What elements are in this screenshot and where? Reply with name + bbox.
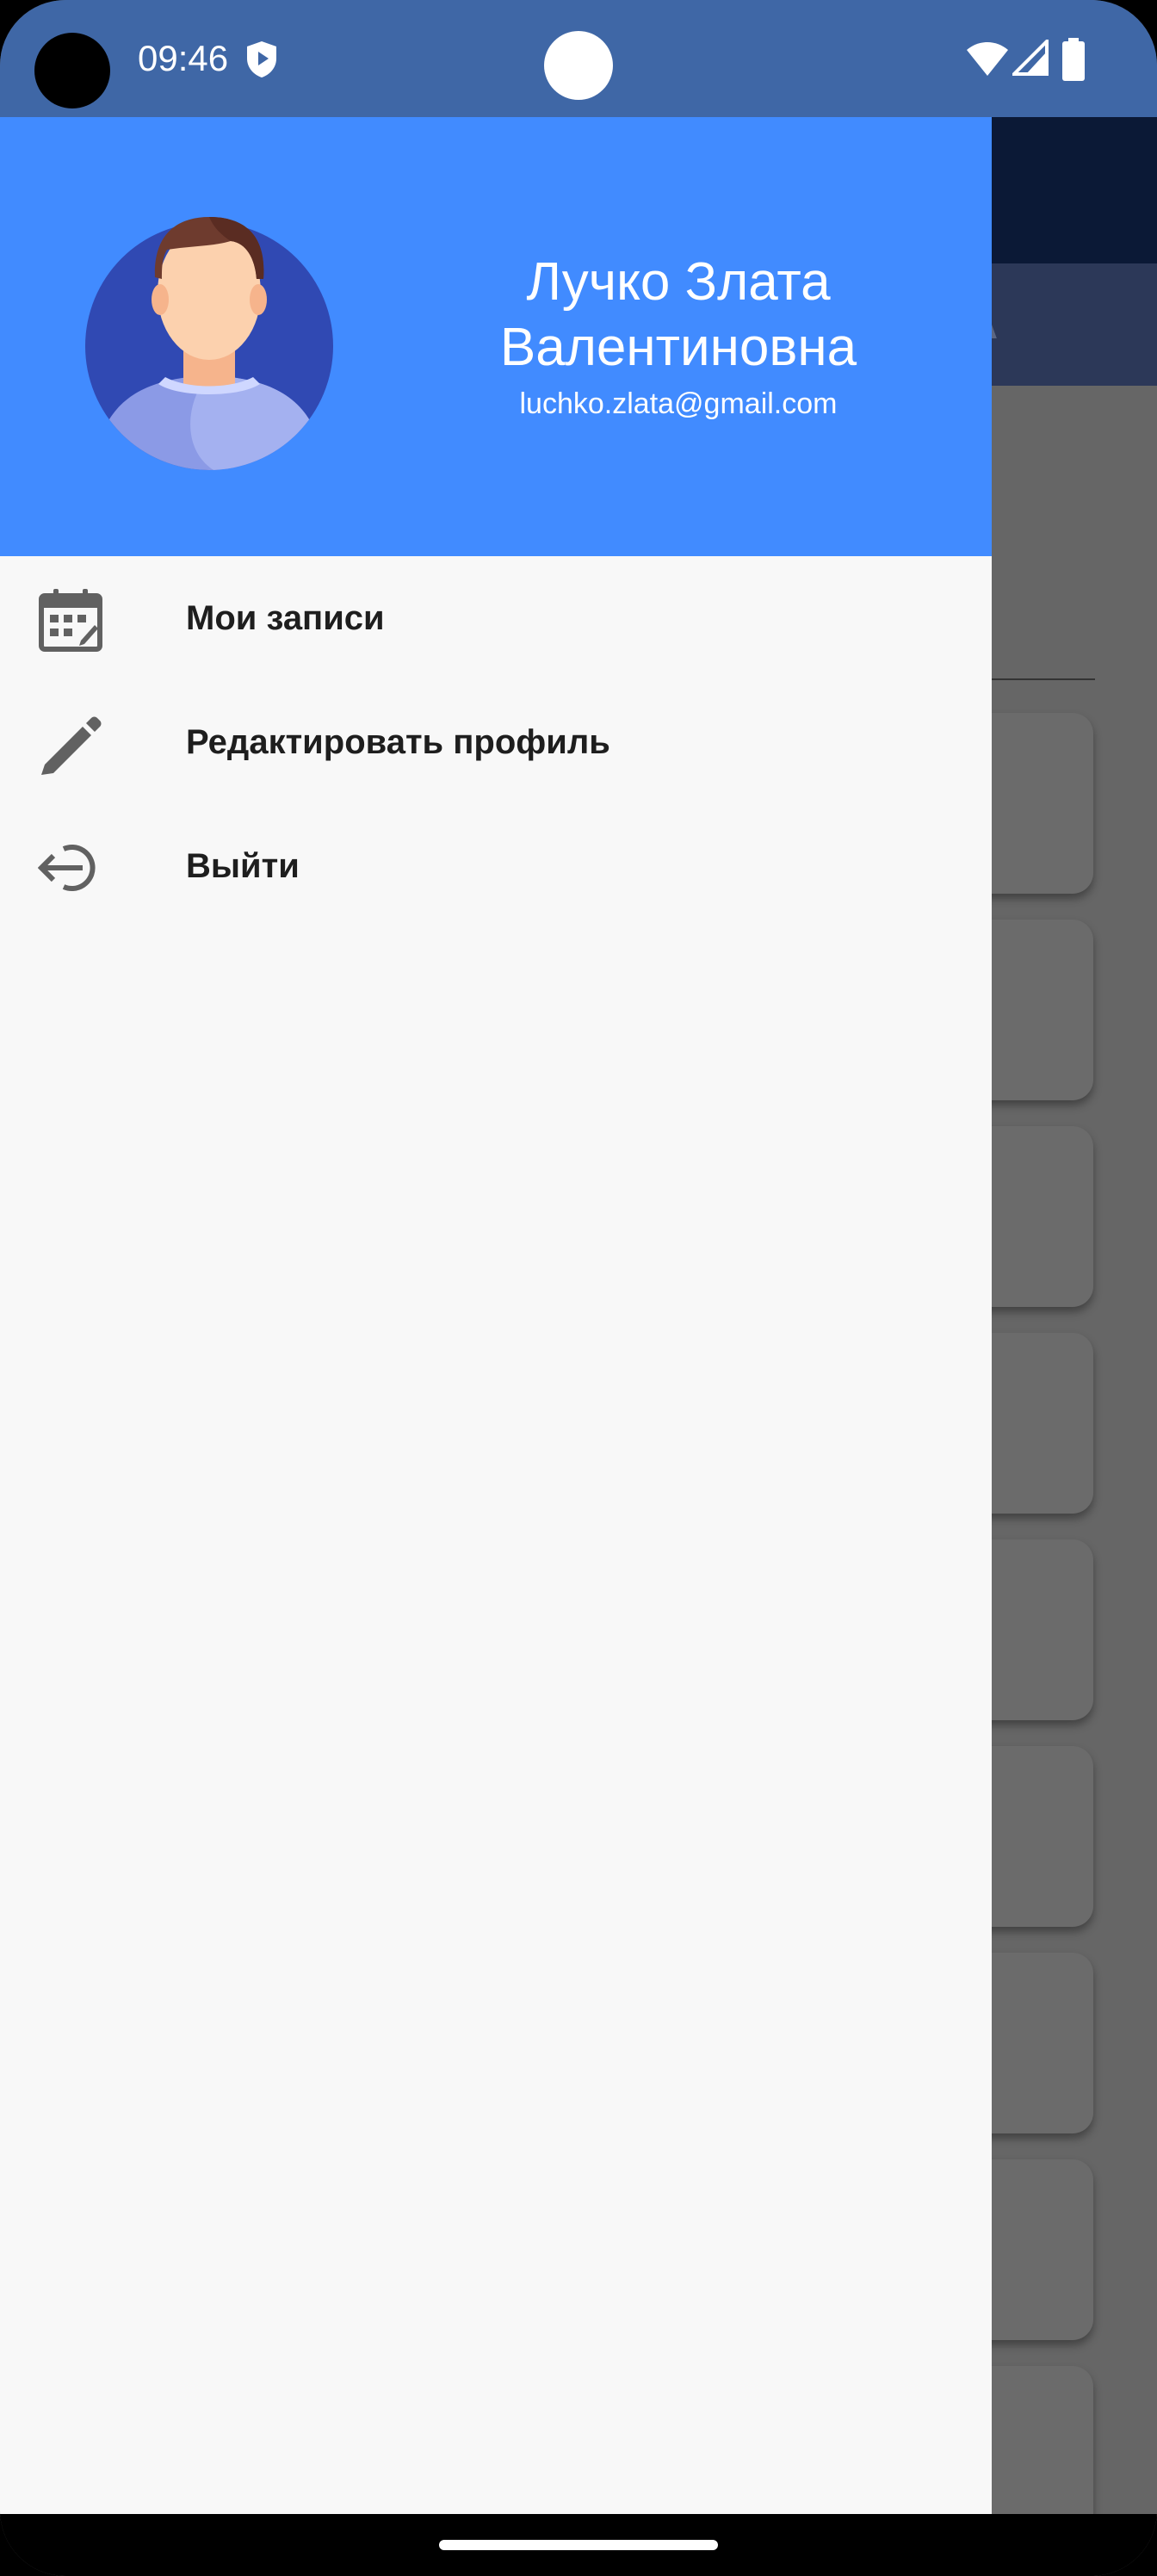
background-divider [990,678,1095,680]
status-time: 09:46 [138,38,229,78]
phone-screen: 09:46 A [0,0,1157,2576]
user-name: Лучко Злата Валентиновна [499,252,857,377]
logout-icon [38,845,96,891]
menu-item-label: Мои записи [186,599,385,637]
system-navigation-bar [0,2514,1157,2576]
user-email: luchko.zlata@gmail.com [519,387,838,420]
home-gesture-handle[interactable] [439,2540,718,2550]
wifi-icon [967,42,1008,76]
menu-item-my-appointments[interactable]: Мои записи [0,556,992,680]
pencil-icon [41,716,102,775]
front-camera [34,33,110,108]
avatar [85,217,333,470]
menu-item-label: Редактировать профиль [186,723,610,761]
navigation-drawer: Лучко Злата Валентиновна luchko.zlata@gm… [0,117,992,2514]
calendar-icon [39,589,102,652]
status-bar: 09:46 [0,0,1157,117]
menu-item-edit-profile[interactable]: Редактировать профиль [0,680,992,804]
battery-icon [1062,38,1085,81]
signal-icon [1012,40,1049,76]
menu-item-logout[interactable]: Выйти [0,804,992,928]
notification-dot [544,31,613,100]
shield-play-icon [247,41,276,77]
drawer-header: Лучко Злата Валентиновна luchko.zlata@gm… [0,117,992,556]
menu-item-label: Выйти [186,847,300,885]
